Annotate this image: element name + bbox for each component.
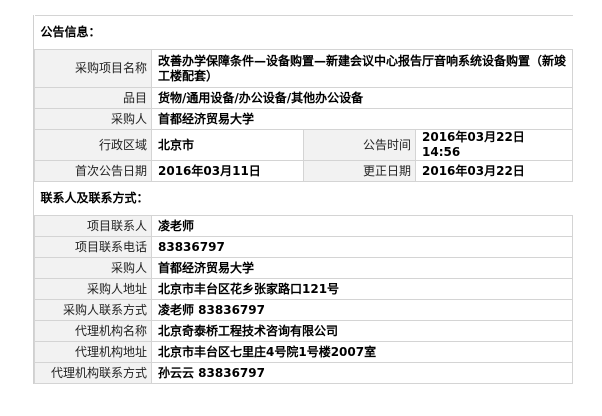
project-contact-value: 凌老师 [150, 215, 574, 237]
agency-contact-label: 代理机构联系方式 [34, 362, 152, 384]
region-value: 北京市 [151, 129, 304, 161]
purchaser-value: 首都经济贸易大学 [150, 108, 574, 130]
category-value: 货物/通用设备/办公设备/其他办公设备 [150, 87, 574, 109]
project-name-value: 改善办学保障条件—设备购置—新建会议中心报告厅音响系统设备购置（新竣工楼配套） [150, 49, 574, 88]
project-name-label: 采购项目名称 [34, 49, 152, 88]
agency-name-label: 代理机构名称 [34, 320, 152, 342]
row-contact-purchaser: 采购人 首都经济贸易大学 [34, 257, 574, 279]
announce-time-label: 公告时间 [303, 129, 416, 161]
first-date-label: 首次公告日期 [34, 160, 152, 182]
contacts-section-header: 联系人及联系方式： [34, 181, 573, 216]
agency-name-value: 北京奇泰桥工程技术咨询有限公司 [150, 320, 574, 342]
update-date-value: 2016年03月22日 [414, 160, 574, 182]
purchaser-address-label: 采购人地址 [34, 278, 152, 300]
category-label: 品目 [34, 87, 152, 109]
info-table: 公告信息： 采购项目名称 改善办学保障条件—设备购置—新建会议中心报告厅音响系统… [34, 15, 574, 384]
first-date-value: 2016年03月11日 [151, 160, 304, 182]
project-phone-label: 项目联系电话 [34, 236, 152, 258]
contact-purchaser-value: 首都经济贸易大学 [150, 257, 574, 279]
project-phone-value: 83836797 [150, 236, 574, 258]
row-agency-name: 代理机构名称 北京奇泰桥工程技术咨询有限公司 [34, 320, 574, 342]
row-category: 品目 货物/通用设备/办公设备/其他办公设备 [34, 87, 574, 109]
announcement-section-title: 公告信息： [34, 15, 573, 50]
row-dates: 首次公告日期 2016年03月11日 更正日期 2016年03月22日 [34, 160, 574, 182]
row-project-phone: 项目联系电话 83836797 [34, 236, 574, 258]
contact-purchaser-label: 采购人 [34, 257, 152, 279]
contacts-section-title: 联系人及联系方式： [34, 181, 573, 216]
row-project-contact: 项目联系人 凌老师 [34, 215, 574, 237]
agency-contact-value: 孙云云 83836797 [150, 362, 574, 384]
row-agency-contact: 代理机构联系方式 孙云云 83836797 [34, 362, 574, 384]
region-label: 行政区域 [34, 129, 152, 161]
update-date-label: 更正日期 [303, 160, 416, 182]
announcement-section-header: 公告信息： [34, 15, 573, 50]
row-region-time: 行政区域 北京市 公告时间 2016年03月22日 14:56 [34, 129, 574, 161]
purchaser-label: 采购人 [34, 108, 152, 130]
purchaser-contact-value: 凌老师 83836797 [150, 299, 574, 321]
agency-address-label: 代理机构地址 [34, 341, 152, 363]
project-contact-label: 项目联系人 [34, 215, 152, 237]
row-purchaser: 采购人 首都经济贸易大学 [34, 108, 574, 130]
announce-time-value: 2016年03月22日 14:56 [414, 129, 574, 161]
agency-address-value: 北京市丰台区七里庄4号院1号楼2007室 [150, 341, 574, 363]
procurement-info-panel: 公告信息： 采购项目名称 改善办学保障条件—设备购置—新建会议中心报告厅音响系统… [33, 15, 574, 384]
row-agency-address: 代理机构地址 北京市丰台区七里庄4号院1号楼2007室 [34, 341, 574, 363]
purchaser-contact-label: 采购人联系方式 [34, 299, 152, 321]
row-purchaser-address: 采购人地址 北京市丰台区花乡张家路口121号 [34, 278, 574, 300]
purchaser-address-value: 北京市丰台区花乡张家路口121号 [150, 278, 574, 300]
row-project-name: 采购项目名称 改善办学保障条件—设备购置—新建会议中心报告厅音响系统设备购置（新… [34, 49, 574, 88]
row-purchaser-contact: 采购人联系方式 凌老师 83836797 [34, 299, 574, 321]
